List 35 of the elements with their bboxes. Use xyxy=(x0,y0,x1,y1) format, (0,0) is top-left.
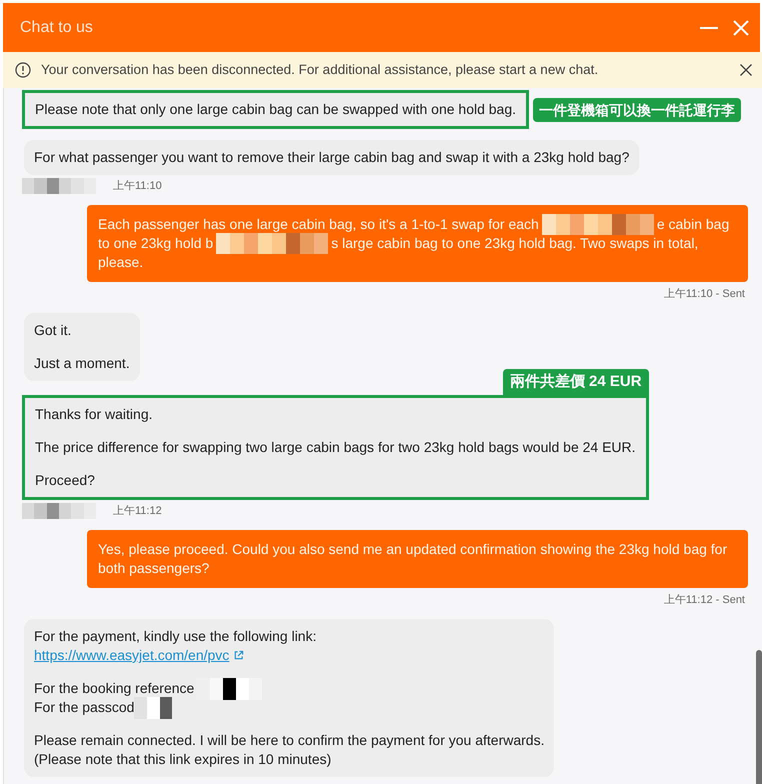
timestamp: 上午11:12 xyxy=(113,504,162,519)
message-text: Each passenger has one large cabin bag, so it's a 1-to-1 swap for each xyxy=(98,215,539,234)
close-icon xyxy=(733,20,749,36)
message-text: Proceed? xyxy=(35,471,96,490)
message-text: Please remain connected. I will be here to confirm the payment for you afterwards. xyxy=(34,731,544,750)
message-text: (Please note that this link expires in 10 minutes) xyxy=(34,750,332,769)
minimize-icon xyxy=(700,26,718,28)
banner-text: Your conversation has been disconnected. For additional assistance, please start a new chat. xyxy=(41,60,598,79)
timestamp: 上午11:10 xyxy=(113,178,162,194)
annotation-label: 兩件共差價 24 EUR xyxy=(502,369,649,395)
message-text: For the payment, kindly use the following link: xyxy=(34,627,316,646)
window-title: Chat to us xyxy=(20,18,93,38)
close-button[interactable] xyxy=(738,62,754,78)
message-text: please. xyxy=(98,253,144,272)
annotation-label: 一件登機箱可以換一件託運行李 xyxy=(533,98,742,122)
link[interactable]: https://www.easyjet.com/en/pvc xyxy=(34,646,230,665)
message-text: to one 23kg hold b xyxy=(98,234,214,253)
pixelated-redaction-drawing xyxy=(134,696,172,718)
close-icon xyxy=(740,64,752,76)
message-text: For the booking reference xyxy=(34,679,194,698)
warning-icon xyxy=(15,62,31,78)
message-text: For what passenger you want to remove their large cabin bag and swap it with a 23kg hold bag? xyxy=(34,148,630,167)
message-text: The price difference for swapping two large cabin bags for two 23kg hold bags would be 24 EUR. xyxy=(35,438,636,457)
external-link-icon xyxy=(233,650,244,661)
message-text: For the passcod xyxy=(34,698,134,717)
message-text: Just a moment. xyxy=(34,354,130,373)
message-text: Got it. xyxy=(34,321,72,340)
message-text: Yes, please proceed. Could you also send me an updated confirmation showing the 23kg hold bag for both passengers? xyxy=(98,540,728,578)
message-text: s large cabin bag to one 23kg hold bag. Two swaps in total, xyxy=(331,234,698,253)
scrollbar-thumb[interactable] xyxy=(756,650,762,784)
message-text: Please note that only one large cabin bag can be swapped with one hold bag. xyxy=(35,100,516,119)
timestamp: 上午11:10 - Sent xyxy=(664,286,745,302)
timestamp: 上午11:12 - Sent xyxy=(664,592,745,608)
message-text: e cabin bag xyxy=(656,215,730,234)
message-text: Thanks for waiting. xyxy=(35,405,154,424)
